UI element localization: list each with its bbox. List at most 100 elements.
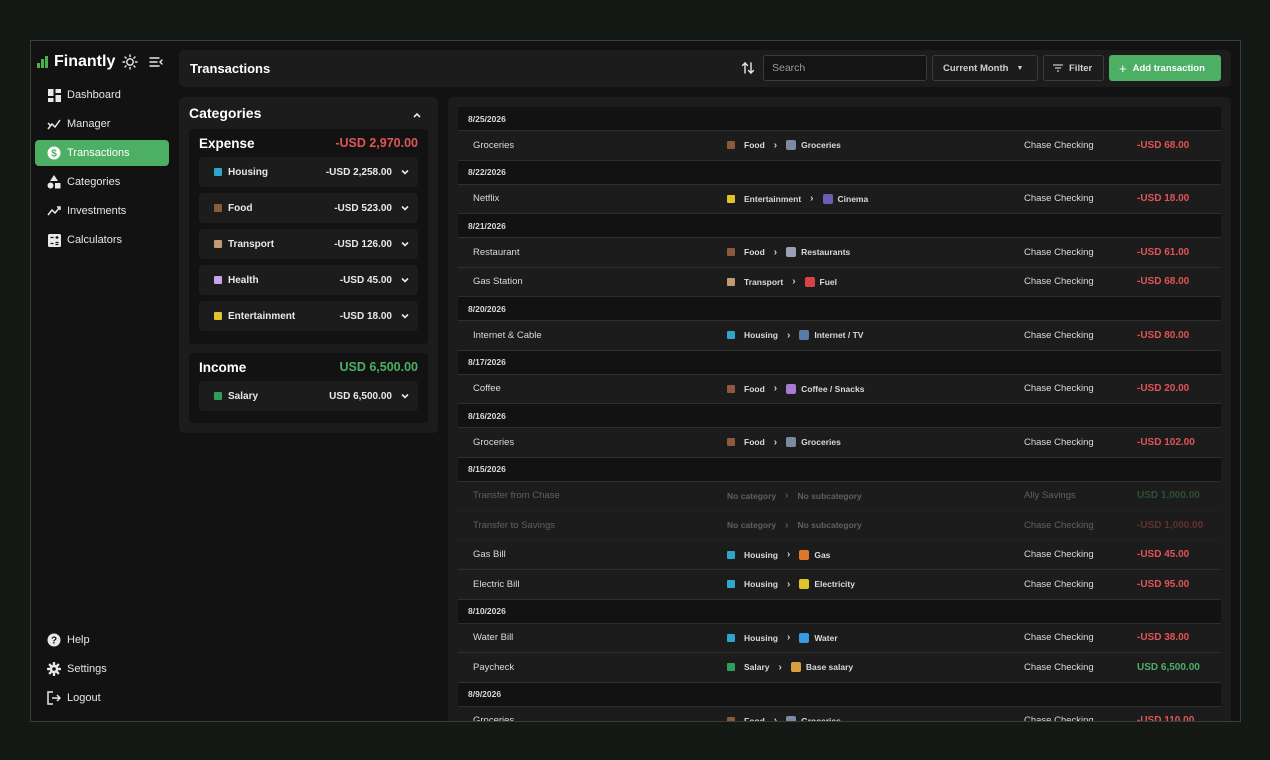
transaction-category-path: Food › Restaurants [727,247,850,258]
transaction-row[interactable]: Internet & Cable Housing › Internet / TV Cha… [458,321,1221,351]
category-row[interactable]: Entertainment -USD 18.00 [199,301,418,331]
chevron-down-icon[interactable] [400,391,410,401]
transaction-subcategory: Fuel [819,276,838,287]
transaction-row[interactable]: Groceries Food › Groceries Chase Checking -US… [458,707,1221,722]
transaction-row[interactable]: Water Bill Housing › Water Chase Checking -US… [458,624,1221,653]
transaction-row[interactable]: Netflix Entertainment › Cinema Chase Checkin… [458,185,1221,214]
transaction-category-path: Food › Groceries [727,437,841,448]
chevron-up-icon[interactable] [411,108,423,120]
transaction-category: No category [727,520,777,531]
date-header: 8/21/2026 [458,214,1221,238]
brand-name: Finantly [54,53,116,70]
transaction-row[interactable]: Restaurant Food › Restaurants Chase Checking… [458,238,1221,268]
transaction-category-path: No category › No subcategory [727,520,862,531]
calculator-icon [47,233,61,247]
period-select[interactable]: Current Month ▼ [932,55,1038,81]
category-color-swatch [727,580,735,589]
transaction-row[interactable]: Transfer from Chase No category › No subcat… [458,482,1221,511]
nav-item-logout[interactable]: Logout [35,685,169,711]
chevron-down-icon[interactable] [400,275,410,285]
category-row[interactable]: Health -USD 45.00 [199,265,418,295]
fuel-icon [804,276,815,287]
tv-icon [799,330,810,341]
main-nav: Dashboard Manager $ Transactions Categor… [35,82,169,256]
nav-item-calculators[interactable]: Calculators [35,227,169,253]
category-amount: -USD 45.00 [339,274,392,286]
category-amount: -USD 126.00 [334,238,392,250]
chevron-down-icon[interactable] [400,311,410,321]
add-transaction-button[interactable]: + Add transaction [1109,55,1221,81]
transaction-subcategory: Base salary [805,662,854,673]
dollar-icon: $ [47,146,61,160]
transaction-subcategory: Water [814,632,838,643]
transaction-category: Salary [744,662,770,673]
search-input[interactable] [763,55,927,81]
income-header[interactable]: Income USD 6,500.00 [189,353,428,381]
transaction-category: Entertainment [744,193,802,204]
nav-item-manager[interactable]: Manager [35,111,169,137]
chevron-down-icon[interactable] [400,167,410,177]
nav-item-investments[interactable]: Investments [35,198,169,224]
transaction-row[interactable]: Coffee Food › Coffee / Snacks Chase Checking… [458,375,1221,404]
nav-label: Dashboard [67,89,121,101]
nav-item-help[interactable]: ? Help [35,627,169,653]
chevron-down-icon[interactable] [400,203,410,213]
expense-group: Expense -USD 2,970.00 Housing -USD 2,258.… [189,129,428,344]
category-color-swatch [727,384,735,393]
category-color-swatch [214,392,222,400]
expense-header[interactable]: Expense -USD 2,970.00 [189,129,428,157]
transaction-subcategory: Groceries [801,140,841,151]
filter-button[interactable]: Filter [1043,55,1104,81]
bottom-nav: ? Help Settings Logout [35,627,169,714]
category-row[interactable]: Transport -USD 126.00 [199,229,418,259]
transaction-amount: -USD 68.00 [1137,139,1190,151]
nav-item-dashboard[interactable]: Dashboard [35,82,169,108]
transaction-row[interactable]: Paycheck Salary › Base salary Chase Checking… [458,653,1221,683]
collapse-sidebar-icon[interactable] [148,54,164,70]
transaction-category-path: Food › Groceries [727,140,841,151]
transaction-row[interactable]: Groceries Food › Groceries Chase Checking -US… [458,131,1221,161]
period-select-label: Current Month [943,62,1009,74]
nav-item-settings[interactable]: Settings [35,656,169,682]
transaction-category: Transport [744,276,784,287]
filter-button-label: Filter [1069,62,1093,74]
sort-icon[interactable] [741,61,755,75]
category-color-swatch [727,716,735,721]
transaction-row[interactable]: Gas Bill Housing › Gas Chase Checking -USD 45… [458,541,1221,570]
bulb-icon [799,579,810,590]
transaction-category-path: Housing › Water [727,632,838,643]
chevron-down-icon[interactable] [400,239,410,249]
transaction-subcategory: Internet / TV [814,330,864,341]
category-row[interactable]: Housing -USD 2,258.00 [199,157,418,187]
transaction-category: Housing [744,330,778,341]
transaction-row[interactable]: Electric Bill Housing › Electricity Chase Ch… [458,570,1221,600]
transaction-category-path: Transport › Fuel [727,276,837,287]
date-header: 8/9/2026 [458,682,1221,707]
category-name: Transport [228,238,275,250]
date-header: 8/25/2026 [458,107,1221,131]
nav-item-transactions[interactable]: $ Transactions [35,140,169,166]
transaction-amount: -USD 80.00 [1137,329,1190,341]
nav-item-categories[interactable]: Categories [35,169,169,195]
theme-toggle-icon[interactable] [122,54,138,70]
transaction-category-path: Housing › Gas [727,549,830,560]
category-color-swatch [214,312,222,320]
transaction-name: Groceries [473,715,515,722]
transaction-row[interactable]: Transfer to Savings No category › No subcat… [458,511,1221,541]
main-content: Transactions Current Month ▼ Filter + Ad… [179,50,1231,722]
income-group: Income USD 6,500.00 Salary USD 6,500.00 [189,353,428,423]
category-amount: USD 6,500.00 [329,390,392,402]
income-total: USD 6,500.00 [339,360,418,374]
cart-icon [786,140,797,151]
transaction-category: Housing [744,579,778,590]
category-color-swatch [727,633,735,642]
transaction-row[interactable]: Groceries Food › Groceries Chase Checking -US… [458,428,1221,458]
transaction-row[interactable]: Gas Station Transport › Fuel Chase Checking -… [458,268,1221,297]
brand[interactable]: Finantly [37,52,115,72]
moneybag-icon [790,662,801,673]
category-row[interactable]: Food -USD 523.00 [199,193,418,223]
transaction-category: Housing [744,549,778,560]
transaction-amount: -USD 95.00 [1137,578,1190,590]
transaction-amount: -USD 110.00 [1137,715,1195,722]
category-row[interactable]: Salary USD 6,500.00 [199,381,418,411]
